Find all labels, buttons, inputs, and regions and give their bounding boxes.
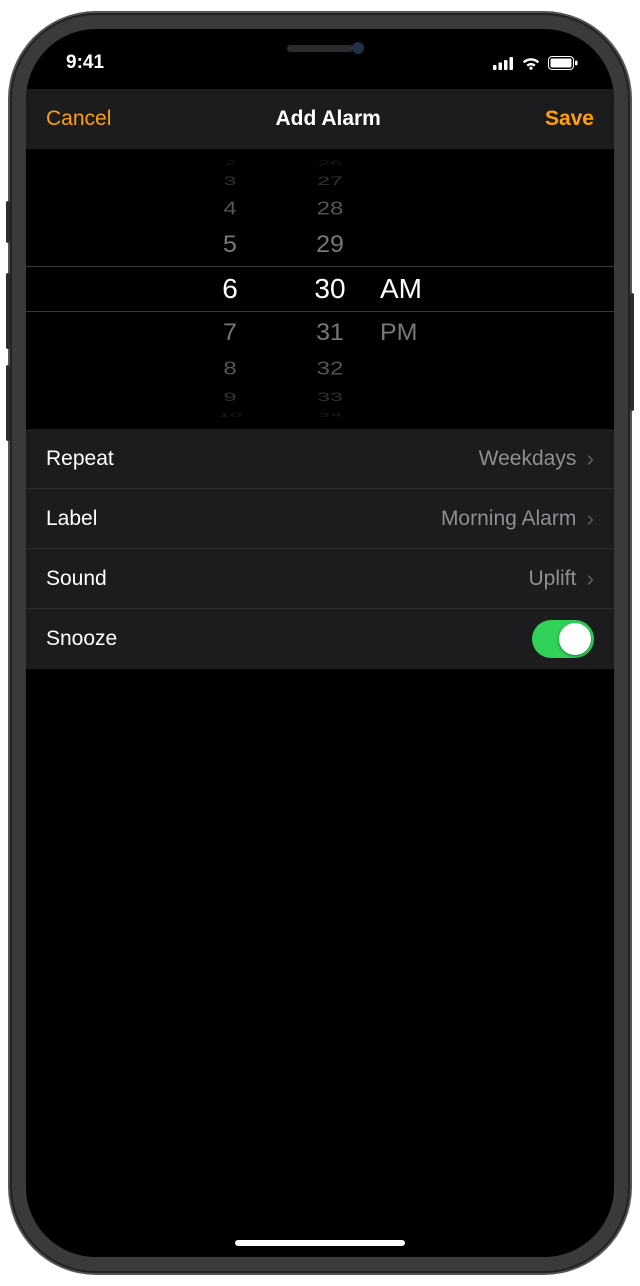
picker-minute-item[interactable]: 31: [280, 319, 380, 347]
picker-minute-selected[interactable]: 30: [280, 273, 380, 305]
chevron-right-icon: ›: [586, 445, 594, 472]
status-time: 9:41: [66, 52, 104, 74]
toggle-knob: [559, 623, 591, 655]
picker-minute-column[interactable]: 26 27 28 29 30 31 32 33 34: [280, 149, 380, 429]
picker-hour-item[interactable]: 2: [180, 159, 280, 167]
picker-minute-item[interactable]: 26: [280, 159, 380, 167]
chevron-right-icon: ›: [586, 565, 594, 592]
home-indicator[interactable]: [235, 1240, 405, 1246]
picker-minute-item[interactable]: 28: [280, 199, 380, 220]
picker-period-selected[interactable]: AM: [380, 273, 460, 305]
picker-hour-item[interactable]: 9: [180, 390, 280, 404]
row-label: Sound: [46, 567, 107, 591]
picker-minute-item[interactable]: 34: [280, 411, 380, 419]
picker-period-column[interactable]: AM PM: [380, 149, 460, 429]
picker-minute-item[interactable]: 29: [280, 231, 380, 259]
picker-hour-item[interactable]: 10: [180, 411, 280, 419]
content-spacer: [26, 669, 614, 1257]
cellular-icon: [493, 57, 514, 70]
picker-hour-column[interactable]: 2 3 4 5 6 7 8 9 10: [180, 149, 280, 429]
status-icons: [493, 56, 578, 70]
row-value: Weekdays: [479, 447, 577, 471]
device-frame: 9:41 Cancel Add Alarm Save 2 3 4 5 6 7 8: [10, 13, 630, 1273]
settings-list: Repeat Weekdays › Label Morning Alarm › …: [26, 429, 614, 669]
row-value: Uplift: [528, 567, 576, 591]
front-camera: [352, 42, 364, 54]
picker-hour-item[interactable]: 3: [180, 174, 280, 188]
picker-minute-item[interactable]: 32: [280, 359, 380, 380]
picker-hour-item[interactable]: 4: [180, 199, 280, 220]
row-label: Snooze: [46, 627, 117, 651]
picker-hour-item[interactable]: 8: [180, 359, 280, 380]
picker-period-item[interactable]: PM: [380, 319, 460, 347]
earpiece: [287, 45, 353, 52]
silent-switch[interactable]: [6, 201, 10, 243]
cancel-button[interactable]: Cancel: [46, 107, 111, 131]
time-picker[interactable]: 2 3 4 5 6 7 8 9 10 26 27 28 29 30 31 32 …: [26, 149, 614, 429]
row-label[interactable]: Label Morning Alarm ›: [26, 489, 614, 549]
picker-hour-selected[interactable]: 6: [180, 273, 280, 305]
row-value: Morning Alarm: [441, 507, 576, 531]
volume-up-button[interactable]: [6, 273, 10, 349]
wifi-icon: [521, 56, 541, 70]
page-title: Add Alarm: [275, 107, 380, 131]
side-button[interactable]: [630, 293, 634, 411]
nav-bar: Cancel Add Alarm Save: [26, 89, 614, 149]
row-label: Repeat: [46, 447, 114, 471]
battery-icon: [548, 56, 578, 70]
row-snooze: Snooze: [26, 609, 614, 669]
save-button[interactable]: Save: [545, 107, 594, 131]
picker-minute-item[interactable]: 27: [280, 174, 380, 188]
snooze-toggle[interactable]: [532, 620, 594, 658]
row-sound[interactable]: Sound Uplift ›: [26, 549, 614, 609]
volume-down-button[interactable]: [6, 365, 10, 441]
row-label: Label: [46, 507, 97, 531]
notch: [190, 29, 450, 67]
picker-hour-item[interactable]: 5: [180, 231, 280, 259]
row-repeat[interactable]: Repeat Weekdays ›: [26, 429, 614, 489]
screen: 9:41 Cancel Add Alarm Save 2 3 4 5 6 7 8: [26, 29, 614, 1257]
picker-minute-item[interactable]: 33: [280, 390, 380, 404]
picker-hour-item[interactable]: 7: [180, 319, 280, 347]
chevron-right-icon: ›: [586, 505, 594, 532]
